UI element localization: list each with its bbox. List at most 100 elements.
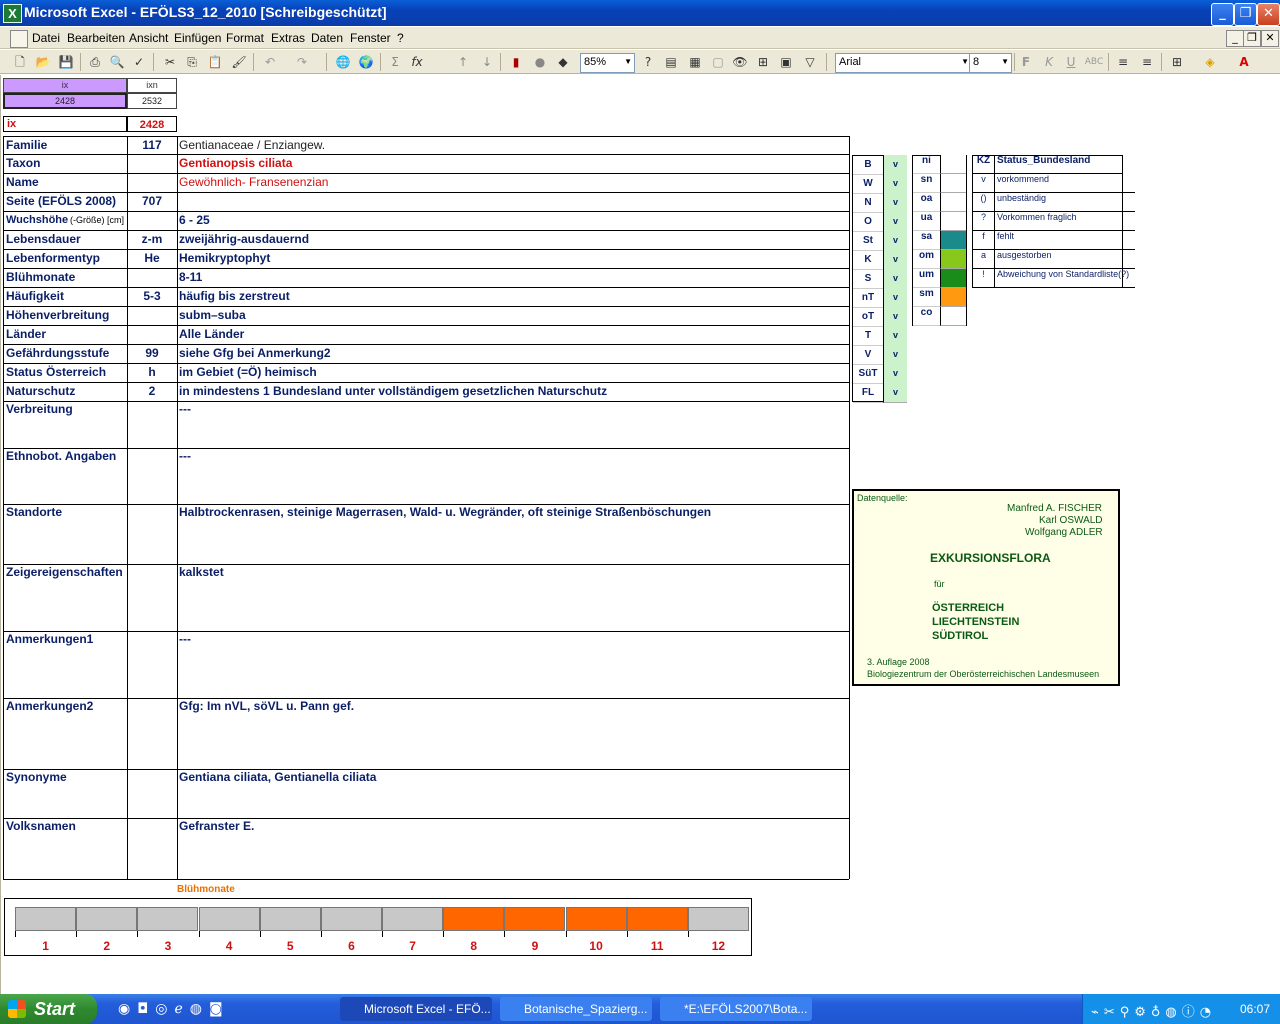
start-button[interactable]: Start [0,994,97,1024]
macro-icon[interactable]: ▤ [661,53,681,71]
hoehenstufe-color[interactable] [940,231,966,250]
sort-asc-icon[interactable]: ↑ [453,53,473,71]
fill-color-icon[interactable]: ◈ [1200,53,1220,71]
row-value[interactable]: Halbtrockenrasen, steinige Magerrasen, W… [177,504,849,564]
format-painter-icon[interactable]: 🖌 [229,53,249,71]
row-code[interactable] [127,698,177,769]
paste-icon[interactable]: 📋 [205,53,225,71]
control-icon[interactable]: ▢ [708,53,728,71]
grid-icon[interactable]: ⊞ [753,53,773,71]
bundesland-status[interactable]: v [883,174,907,194]
row-code[interactable]: He [127,249,177,268]
hoehenstufe-color[interactable] [940,269,966,288]
bold-icon[interactable]: F [1016,53,1036,71]
underline-icon[interactable]: U [1061,53,1081,71]
bundesland-status[interactable]: v [883,212,907,232]
hyperlink-icon[interactable]: 🌐 [333,53,353,71]
bundesland-status[interactable]: v [883,155,907,175]
bundesland-status[interactable]: v [883,250,907,270]
ixn-value-cell[interactable]: 2532 [127,93,177,109]
ix-value-cell[interactable]: 2428 [3,93,127,109]
open-folder-icon[interactable]: 📂 [33,53,53,71]
row-code[interactable] [127,211,177,230]
row-code[interactable] [127,173,177,192]
row-code[interactable] [127,268,177,287]
calculator-icon[interactable]: ▣ [776,53,796,71]
autosum-icon[interactable]: Σ [385,53,405,71]
new-file-icon[interactable]: 🗋 [10,53,30,71]
find-icon[interactable]: 👁 [730,53,750,71]
row-value[interactable]: Gfg: Im nVL, söVL u. Pann gef. [177,698,849,769]
document-icon[interactable] [10,30,28,48]
row-value[interactable]: --- [177,631,849,698]
menu-ansicht[interactable]: Ansicht [129,31,168,45]
menu-datei[interactable]: Datei [32,31,60,45]
hoehenstufe-color[interactable] [940,174,966,193]
font-select[interactable]: Arial ▼ [835,53,972,73]
row-code[interactable]: 117 [127,136,177,154]
menu-bearbeiten[interactable]: Bearbeiten [67,31,125,45]
row-value[interactable]: Gentianaceae / Enziangew. [177,136,849,154]
bundesland-status[interactable]: v [883,326,907,346]
hoehenstufe-color[interactable] [940,288,966,307]
row-code[interactable]: 707 [127,192,177,211]
hoehenstufe-color[interactable] [940,193,966,212]
worksheet[interactable]: ix ixn 2428 2532 ix 2428 Familie 117 Genti… [0,75,1280,994]
bundesland-status[interactable]: v [883,307,907,327]
row-value[interactable]: zweijährig-ausdauernd [177,230,849,249]
menu-einfuegen[interactable]: Einfügen [174,31,221,45]
menu-fenster[interactable]: Fenster [350,31,391,45]
font-size-select[interactable]: 8 ▼ [969,53,1012,73]
form-icon[interactable]: ▦ [685,53,705,71]
bundesland-status[interactable]: v [883,269,907,289]
menu-extras[interactable]: Extras [271,31,305,45]
restore-button[interactable]: ❐ [1234,3,1257,26]
taskbar-folder[interactable]: Botanische_Spazierg... [500,997,652,1021]
row-code[interactable] [127,769,177,818]
row-code[interactable] [127,306,177,325]
row-value[interactable]: siehe Gfg bei Anmerkung2 [177,344,849,363]
borders-icon[interactable]: ⊞ [1167,53,1187,71]
quicklaunch-icons[interactable]: ◉◘◎ℯ◍◙ [118,1001,248,1019]
row-value[interactable]: subm–suba [177,306,849,325]
row-code[interactable] [127,818,177,879]
sort-desc-icon[interactable]: ↓ [477,53,497,71]
menu-help[interactable]: ? [397,31,404,45]
filter-icon[interactable]: ▽ [800,53,820,71]
print-icon[interactable]: ⎙ [85,53,105,71]
menu-format[interactable]: Format [226,31,264,45]
row-code[interactable] [127,564,177,631]
bundesland-status[interactable]: v [883,193,907,213]
bundesland-status[interactable]: v [883,383,907,403]
row-code[interactable] [127,448,177,504]
bundesland-status[interactable]: v [883,345,907,365]
row-code[interactable] [127,631,177,698]
font-color-icon[interactable]: A [1234,53,1254,71]
row-value[interactable]: 6 - 25 [177,211,849,230]
doc-restore-button[interactable]: ❐ [1243,30,1261,47]
save-icon[interactable]: 💾 [56,53,76,71]
row-value[interactable]: im Gebiet (=Ö) heimisch [177,363,849,382]
chart-wizard-icon[interactable]: ▮ [506,53,526,71]
row-code[interactable] [127,325,177,344]
row-code[interactable]: h [127,363,177,382]
tray-icons[interactable]: ⌁✂⚲⚙♁◍ⓘ◔ [1091,1001,1216,1020]
help-icon[interactable]: ? [638,53,658,71]
row-code[interactable] [127,401,177,448]
align-center-icon[interactable]: ≡ [1137,53,1157,71]
row-value[interactable]: 8-11 [177,268,849,287]
bundesland-status[interactable]: v [883,231,907,251]
copy-icon[interactable]: ⎘ [182,53,202,71]
row-value[interactable]: in mindestens 1 Bundesland unter vollstä… [177,382,849,401]
row-code[interactable]: 2 [127,382,177,401]
row-value[interactable]: --- [177,401,849,448]
row-value[interactable]: Hemikryptophyt [177,249,849,268]
print-preview-icon[interactable]: 🔍 [107,53,127,71]
spelling-icon[interactable]: ✓ [129,53,149,71]
hoehenstufe-color[interactable] [940,155,966,174]
hoehenstufe-color[interactable] [940,212,966,231]
undo-icon[interactable]: ↶ [260,53,280,71]
row-value[interactable]: Gentiana ciliata, Gentianella ciliata [177,769,849,818]
row-code[interactable] [127,154,177,173]
row-value[interactable]: häufig bis zerstreut [177,287,849,306]
